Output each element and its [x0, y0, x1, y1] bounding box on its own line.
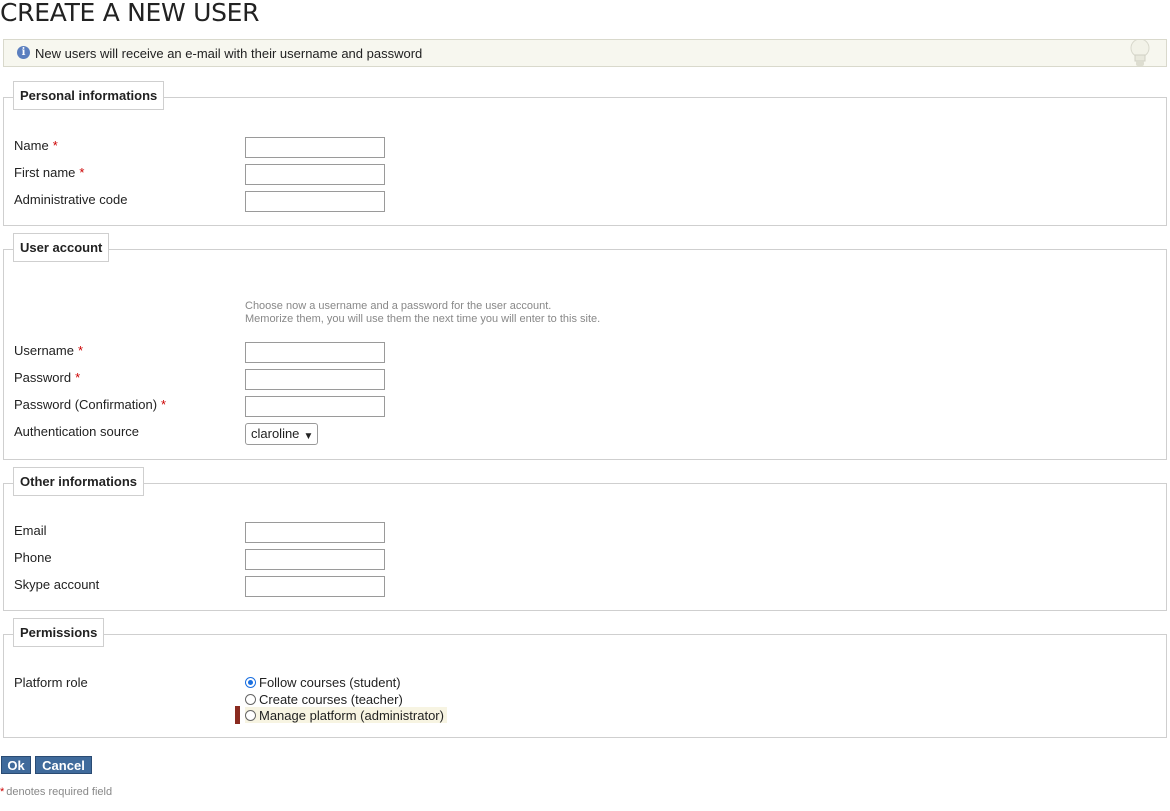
email-label: Email	[14, 523, 47, 538]
role-student-option[interactable]: Follow courses (student)	[245, 674, 401, 690]
info-message-text: New users will receive an e-mail with th…	[35, 46, 423, 61]
required-marker: *	[75, 370, 81, 385]
required-marker: *	[0, 786, 5, 798]
role-admin-option[interactable]: Manage platform (administrator)	[245, 707, 447, 723]
password-confirm-input[interactable]	[245, 396, 385, 417]
admin-role-warning-marker	[235, 706, 240, 724]
name-label-text: Name	[14, 138, 49, 153]
chevron-down-icon: ▼	[303, 431, 314, 442]
lightbulb-icon	[1124, 40, 1156, 68]
first-name-label: First name *	[14, 165, 84, 180]
phone-input[interactable]	[245, 549, 385, 570]
personal-info-legend: Personal informations	[13, 81, 165, 110]
skype-label: Skype account	[14, 577, 100, 592]
info-message-bar: i New users will receive an e-mail with …	[3, 39, 1167, 67]
ok-button[interactable]: Ok	[1, 756, 31, 774]
password-confirm-label-text: Password (Confirmation)	[14, 397, 158, 412]
role-admin-radio[interactable]	[245, 709, 256, 721]
user-account-section: User account Choose now a username and a…	[3, 233, 1167, 460]
password-confirm-label: Password (Confirmation) *	[14, 397, 166, 412]
role-teacher-label[interactable]: Create courses (teacher)	[259, 692, 403, 707]
username-label: Username *	[14, 343, 83, 358]
name-input[interactable]	[245, 137, 385, 158]
account-help-text: Choose now a username and a password for…	[245, 300, 600, 326]
other-info-section: Other informations Email Phone Skype acc…	[3, 467, 1167, 611]
required-field-footnote: * denotes required field	[0, 786, 112, 798]
page-title: CREATE A NEW USER	[0, 0, 260, 27]
required-marker: *	[161, 397, 167, 412]
other-info-legend: Other informations	[13, 467, 145, 496]
role-student-label[interactable]: Follow courses (student)	[259, 675, 401, 690]
user-account-legend: User account	[13, 233, 110, 262]
password-label: Password *	[14, 370, 80, 385]
username-label-text: Username	[14, 343, 74, 358]
first-name-label-text: First name	[14, 165, 76, 180]
email-input[interactable]	[245, 522, 385, 543]
username-input[interactable]	[245, 342, 385, 363]
role-admin-label[interactable]: Manage platform (administrator)	[259, 708, 444, 723]
permissions-section: Permissions Platform role Follow courses…	[3, 618, 1167, 738]
account-help-line-1: Choose now a username and a password for…	[245, 300, 552, 312]
required-marker: *	[79, 165, 85, 180]
first-name-input[interactable]	[245, 164, 385, 185]
footnote-text: denotes required field	[6, 786, 113, 798]
required-marker: *	[77, 343, 84, 358]
name-label: Name *	[14, 138, 58, 153]
permissions-legend: Permissions	[13, 618, 105, 647]
account-help-line-2: Memorize them, you will use them the nex…	[245, 313, 601, 325]
phone-label: Phone	[14, 550, 52, 565]
role-teacher-radio[interactable]	[245, 693, 256, 705]
password-input[interactable]	[245, 369, 385, 390]
auth-source-select[interactable]: claroline ▼	[245, 423, 319, 445]
cancel-button[interactable]: Cancel	[35, 756, 92, 774]
required-marker: *	[52, 138, 58, 153]
password-label-text: Password	[14, 370, 72, 385]
skype-input[interactable]	[245, 576, 385, 597]
info-icon: i	[17, 46, 30, 59]
auth-source-label: Authentication source	[14, 424, 140, 439]
platform-role-label: Platform role	[14, 675, 88, 690]
admin-code-label: Administrative code	[14, 192, 128, 207]
admin-code-input[interactable]	[245, 191, 385, 212]
auth-source-value: claroline	[251, 426, 300, 441]
role-student-radio[interactable]	[245, 676, 256, 688]
role-teacher-option[interactable]: Create courses (teacher)	[245, 691, 403, 707]
personal-info-section: Personal informations Name * First name * …	[3, 81, 1167, 226]
